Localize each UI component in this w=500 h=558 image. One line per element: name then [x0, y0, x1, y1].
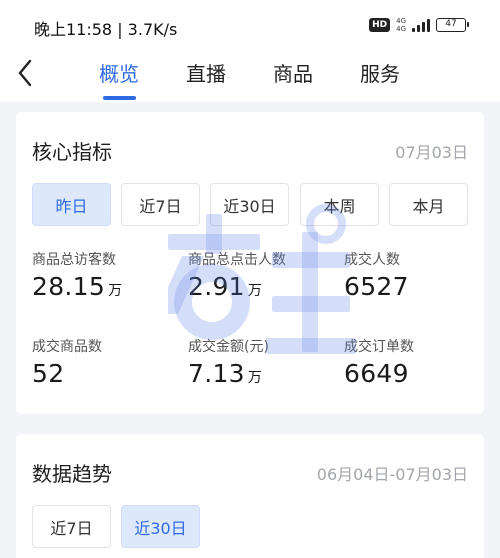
network-type-top: 4G	[396, 17, 406, 25]
chevron-left-icon	[18, 59, 32, 87]
metric-value-orders: 6649	[344, 359, 409, 388]
core-metrics-date: 07月03日	[395, 143, 468, 162]
tab-overview[interactable]: 概览	[99, 58, 139, 92]
battery-icon: 47	[436, 18, 469, 32]
data-trend-title: 数据趋势	[32, 462, 112, 486]
metric-value-items-sold: 52	[32, 359, 65, 388]
metric-label-orders: 成交订单数	[344, 339, 414, 355]
status-time-speed: 晚上11:58 | 3.7K/s	[34, 20, 178, 39]
tab-products[interactable]: 商品	[273, 58, 313, 92]
signal-icon	[412, 18, 430, 32]
data-trend-date-range: 06月04日-07月03日	[316, 465, 468, 484]
metric-value-visitors: 28.15 万	[32, 272, 123, 301]
period-last-7-days[interactable]: 近7日	[121, 183, 200, 226]
metric-label-gmv: 成交金额(元)	[188, 339, 269, 355]
status-bar: 晚上11:58 | 3.7K/s HD 4G 4G 47	[0, 0, 500, 50]
metric-label-buyers: 成交人数	[344, 252, 400, 268]
metric-label-visitors: 商品总访客数	[32, 252, 116, 268]
hd-icon: HD	[369, 18, 391, 32]
core-metrics-title: 核心指标	[32, 140, 112, 164]
period-this-week[interactable]: 本周	[300, 183, 379, 226]
back-button[interactable]	[10, 56, 40, 90]
top-nav: 概览 直播 商品 服务	[0, 50, 500, 102]
network-type: 4G 4G	[396, 17, 406, 33]
tab-active-indicator	[103, 96, 136, 100]
period-last-30-days[interactable]: 近30日	[210, 183, 289, 226]
metric-label-clickers: 商品总点击人数	[188, 252, 286, 268]
metric-value-buyers: 6527	[344, 272, 409, 301]
metric-label-items-sold: 成交商品数	[32, 339, 102, 355]
metric-value-gmv: 7.13 万	[188, 359, 263, 388]
metric-value-clickers: 2.91 万	[188, 272, 263, 301]
data-trend-card: 数据趋势 06月04日-07月03日 近7日 近30日	[16, 434, 484, 558]
core-metrics-card: 核心指标 07月03日 昨日 近7日 近30日 本周 本月 商品总访客数 28.…	[16, 112, 484, 414]
tab-service[interactable]: 服务	[360, 58, 400, 92]
tab-live[interactable]: 直播	[186, 58, 226, 92]
period-this-month[interactable]: 本月	[389, 183, 468, 226]
period-yesterday[interactable]: 昨日	[32, 183, 111, 226]
trend-period-last-7-days[interactable]: 近7日	[32, 505, 111, 548]
status-icons: HD 4G 4G 47	[369, 17, 469, 33]
trend-period-last-30-days[interactable]: 近30日	[121, 505, 200, 548]
network-type-bottom: 4G	[396, 25, 406, 33]
